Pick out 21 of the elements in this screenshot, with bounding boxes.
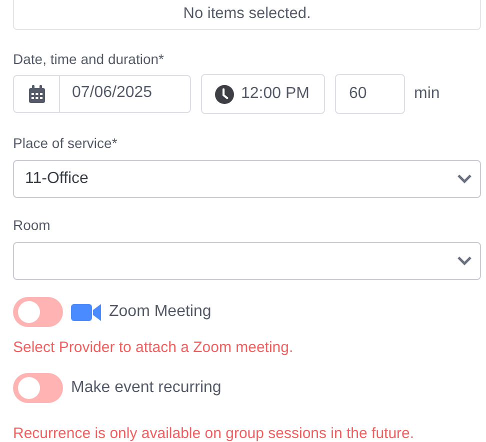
chevron-down-icon — [457, 174, 472, 184]
empty-message: No items selected. — [183, 5, 311, 23]
toggle-switch[interactable] — [13, 373, 63, 403]
calendar-icon — [28, 85, 44, 103]
video-camera-icon — [71, 302, 101, 322]
time-field[interactable]: 12:00 PM — [201, 74, 325, 114]
unit-label: min — [414, 85, 440, 103]
field-label: Room — [13, 217, 52, 233]
clock-icon — [215, 84, 234, 104]
place-select[interactable]: 11-Office — [13, 160, 481, 198]
error-message: Select Provider to attach a Zoom meeting. — [13, 339, 294, 356]
field-label: Date, time and duration* — [13, 51, 165, 67]
chevron-down-icon — [457, 256, 472, 266]
field-label: Place of service* — [13, 135, 118, 151]
toggle-label: Zoom Meeting — [109, 303, 212, 321]
duration-field[interactable]: 60 — [335, 74, 405, 114]
date-field[interactable]: 07/06/2025 — [13, 75, 191, 113]
toggle-switch[interactable] — [13, 297, 63, 327]
error-message: Recurrence is only available on group sessions in the future. — [13, 425, 416, 442]
toggle-label: Make event recurring — [71, 379, 222, 397]
room-select[interactable] — [13, 242, 481, 280]
